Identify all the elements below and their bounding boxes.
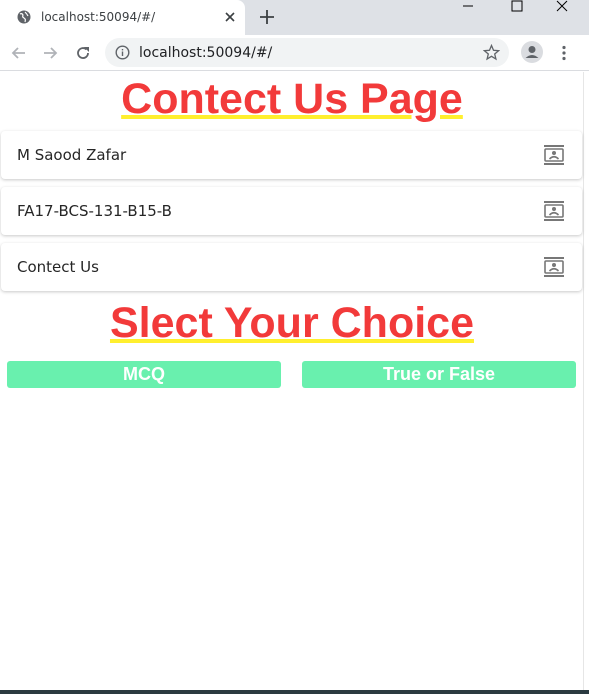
close-tab-icon[interactable] [222, 9, 238, 25]
new-tab-icon[interactable] [258, 8, 276, 26]
window-close-icon[interactable] [547, 0, 577, 14]
reload-icon[interactable] [73, 43, 93, 63]
menu-dots-icon[interactable] [555, 44, 573, 62]
contact-card-contact-us[interactable]: Contect Us [1, 243, 582, 291]
contact-icon [544, 145, 564, 165]
mcq-button[interactable]: MCQ [7, 361, 281, 388]
forward-icon[interactable] [40, 43, 60, 63]
contact-card-name[interactable]: M Saood Zafar [1, 131, 582, 179]
address-bar[interactable]: localhost:50094/#/ [105, 38, 509, 67]
maximize-icon[interactable] [502, 0, 532, 14]
card-label: M Saood Zafar [17, 146, 127, 164]
page-title: Contect Us Page [121, 75, 463, 123]
tab-title: localhost:50094/#/ [41, 10, 156, 24]
info-icon[interactable] [115, 45, 130, 60]
contact-card-id[interactable]: FA17-BCS-131-B15-B [1, 187, 582, 235]
contact-icon [544, 257, 564, 277]
true-or-false-button[interactable]: True or False [302, 361, 576, 388]
browser-tab[interactable]: localhost:50094/#/ [0, 0, 245, 35]
profile-avatar[interactable] [521, 41, 543, 63]
card-label: Contect Us [17, 258, 99, 276]
globe-icon [17, 10, 31, 24]
choice-heading: Slect Your Choice [109, 299, 474, 347]
card-label: FA17-BCS-131-B15-B [17, 202, 172, 220]
url-text[interactable]: localhost:50094/#/ [139, 45, 272, 61]
app-page: Contect Us Page M Saood Zafar FA17-BCS-1… [0, 72, 584, 690]
contact-icon [544, 201, 564, 221]
back-icon[interactable] [9, 43, 29, 63]
browser-toolbar: localhost:50094/#/ [0, 35, 589, 71]
bookmark-star-icon[interactable] [483, 44, 500, 61]
minimize-icon[interactable] [453, 0, 483, 14]
taskbar-edge [0, 690, 589, 694]
tab-strip: localhost:50094/#/ [0, 0, 589, 35]
person-icon [525, 46, 539, 58]
